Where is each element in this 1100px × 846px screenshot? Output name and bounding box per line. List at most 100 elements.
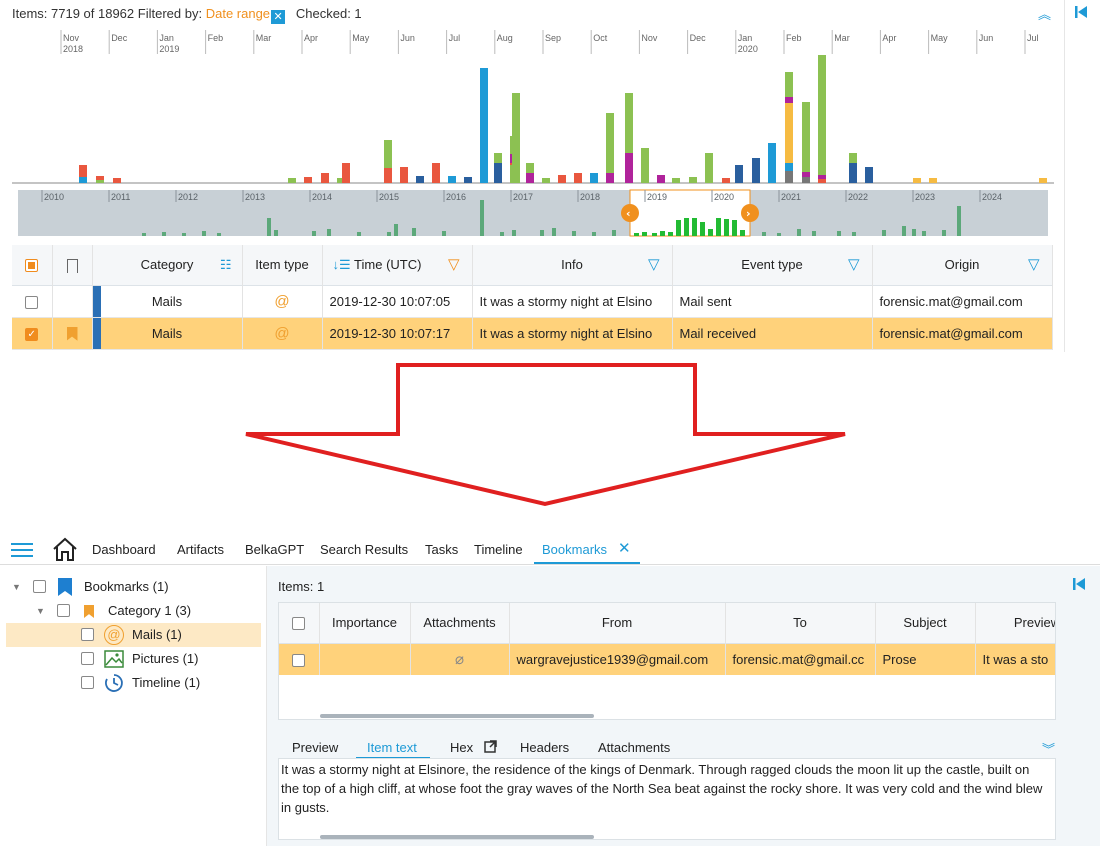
month-label: Jan — [738, 33, 753, 43]
column-preview[interactable]: Preview — [975, 603, 1055, 643]
column-origin[interactable]: Origin ▽ — [872, 245, 1053, 285]
tab-tasks[interactable]: Tasks — [425, 542, 458, 557]
month-label: Apr — [882, 33, 896, 43]
collapse-up-icon[interactable]: ︽ — [1038, 4, 1051, 23]
tree-checkbox[interactable] — [81, 676, 94, 689]
column-to[interactable]: To — [725, 603, 876, 643]
tab-preview[interactable]: Preview — [292, 740, 338, 755]
skip-to-start-icon[interactable] — [1073, 578, 1085, 590]
timeline-bar — [79, 177, 87, 183]
filter-icon[interactable]: ▽ — [448, 255, 460, 273]
bookmark-column-icon[interactable] — [52, 245, 93, 285]
year-label: 2016 — [446, 192, 466, 202]
tree-label: Timeline (1) — [132, 675, 201, 690]
tab-search-results[interactable]: Search Results — [320, 542, 408, 557]
timeline-bar — [735, 165, 743, 183]
tab-dashboard[interactable]: Dashboard — [92, 542, 156, 557]
filter-icon[interactable]: ▽ — [1028, 255, 1040, 273]
overview-bar — [684, 218, 689, 236]
menu-icon[interactable] — [11, 543, 33, 558]
overview-bar — [708, 229, 713, 236]
row-checkbox[interactable] — [12, 285, 53, 317]
external-link-icon[interactable] — [484, 740, 497, 753]
clear-filter-icon[interactable]: ✕ — [271, 10, 286, 24]
tab-artifacts[interactable]: Artifacts — [177, 542, 224, 557]
column-event-type[interactable]: Event type ▽ — [672, 245, 873, 285]
row-from: wargravejustice1939@gmail.com — [509, 643, 726, 675]
sort-desc-icon[interactable]: ↓☰ — [333, 257, 351, 272]
timeline-bar — [802, 102, 810, 172]
row-time: 2019-12-30 10:07:05 — [322, 285, 473, 317]
timeline-bar — [1039, 178, 1047, 183]
row-checkbox[interactable]: ✓ — [12, 317, 53, 349]
tree-checkbox[interactable] — [81, 628, 94, 641]
row-to: forensic.mat@gmail.cc — [725, 643, 876, 675]
close-tab-icon[interactable]: ✕ — [618, 539, 631, 557]
column-chooser-icon[interactable]: ☷ — [220, 257, 232, 273]
overview-bar — [902, 226, 906, 236]
column-importance[interactable]: Importance — [319, 603, 411, 643]
tree-item-mails[interactable]: @ Mails (1) — [6, 623, 261, 647]
column-info[interactable]: Info ▽ — [472, 245, 673, 285]
bookmark-grid: Importance Attachments From To Subject P… — [278, 602, 1056, 720]
tab-hex[interactable]: Hex — [450, 740, 473, 755]
range-end-handle-icon: › — [746, 207, 751, 220]
skip-to-start-icon[interactable] — [1075, 6, 1087, 18]
year-label: 2014 — [312, 192, 332, 202]
overview-bar — [394, 224, 398, 236]
overview-bar — [327, 229, 331, 236]
tab-item-text[interactable]: Item text — [367, 740, 417, 755]
tree-checkbox[interactable] — [33, 580, 46, 593]
month-label: 2019 — [159, 44, 179, 54]
column-time[interactable]: ↓☰ Time (UTC) ▽ — [322, 245, 473, 285]
column-item-type[interactable]: Item type — [242, 245, 323, 285]
column-subject[interactable]: Subject — [875, 603, 976, 643]
tree-checkbox[interactable] — [57, 604, 70, 617]
month-label: Mar — [834, 33, 850, 43]
select-all-checkbox[interactable] — [12, 245, 53, 285]
tab-headers[interactable]: Headers — [520, 740, 569, 755]
overview-bar — [592, 232, 596, 236]
tab-timeline[interactable]: Timeline — [474, 542, 523, 557]
bookmarks-window: Dashboard Artifacts BelkaGPT Search Resu… — [0, 525, 1100, 846]
tab-bookmarks[interactable]: Bookmarks — [542, 542, 607, 557]
timeline-bar — [722, 178, 730, 183]
column-category[interactable]: Category ☷ — [92, 245, 243, 285]
timeline-bar — [512, 93, 520, 183]
table-row[interactable]: Mails @ 2019-12-30 10:07:05 It was a sto… — [12, 285, 1053, 317]
tab-belkagpt[interactable]: BelkaGPT — [245, 542, 304, 557]
year-label: 2013 — [245, 192, 265, 202]
bookmark-content: Items: 1 Importance Attachments From To — [266, 566, 1100, 846]
select-all-checkbox[interactable] — [279, 603, 320, 643]
filter-icon[interactable]: ▽ — [848, 255, 860, 273]
tab-attachments[interactable]: Attachments — [598, 740, 670, 755]
year-label: 2022 — [848, 192, 868, 202]
bookmark-icon[interactable] — [52, 317, 93, 349]
expand-icon[interactable]: ▼ — [36, 599, 45, 623]
timeline-chart[interactable]: Nov2018Dec Jan2019Feb Mar Apr May Jun Jul Aug Se… — [12, 30, 1054, 242]
timeline-bar — [464, 177, 472, 183]
filter-icon[interactable]: ▽ — [648, 255, 660, 273]
tree-item-category[interactable]: ▼ Category 1 (3) — [0, 599, 266, 623]
row-checkbox[interactable] — [279, 643, 320, 675]
horizontal-scrollbar[interactable] — [320, 835, 594, 839]
overview-bar — [312, 231, 316, 236]
column-attachments[interactable]: Attachments — [410, 603, 510, 643]
overview-bar — [162, 232, 166, 236]
table-row[interactable]: ✓ Mails @ 2019-12-30 10:07:17 It was a s… — [12, 317, 1053, 349]
collapse-down-icon[interactable]: ︾ — [1042, 739, 1055, 758]
tree-item-bookmarks[interactable]: ▼ Bookmarks (1) — [0, 575, 266, 599]
table-row[interactable]: ⌀ wargravejustice1939@gmail.com forensic… — [279, 643, 1055, 675]
filter-date-range[interactable]: Date range — [206, 6, 270, 21]
tree-item-pictures[interactable]: Pictures (1) — [0, 647, 266, 671]
horizontal-scrollbar[interactable] — [320, 714, 594, 718]
tree-item-timeline[interactable]: Timeline (1) — [0, 671, 266, 695]
column-from[interactable]: From — [509, 603, 726, 643]
bookmarks-tree: ▼ Bookmarks (1) ▼ Category 1 (3) @ Mails… — [0, 566, 266, 846]
expand-icon[interactable]: ▼ — [12, 575, 21, 599]
row-bookmark[interactable] — [52, 285, 93, 317]
timeline-bar — [113, 178, 121, 183]
tree-checkbox[interactable] — [81, 652, 94, 665]
home-icon[interactable] — [52, 536, 78, 562]
timeline-bar — [288, 178, 296, 183]
